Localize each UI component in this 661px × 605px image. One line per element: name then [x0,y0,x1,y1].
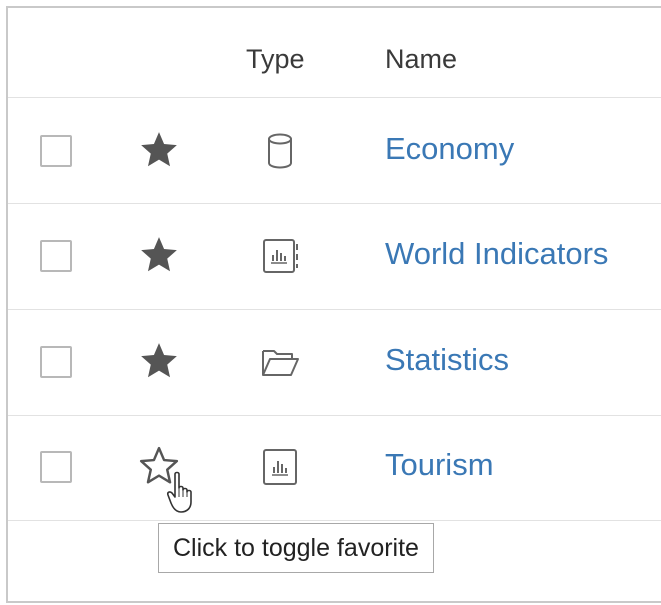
item-name-link[interactable]: World Indicators [385,236,608,272]
favorite-star-filled-icon[interactable] [138,234,180,276]
folder-open-icon [262,350,299,376]
favorite-star-filled-icon[interactable] [138,129,180,171]
name-column-header[interactable]: Name [385,44,457,75]
table-header: Type Name [8,8,661,98]
hand-pointer-cursor-icon [167,471,192,513]
item-name-link[interactable]: Economy [385,131,514,167]
view-chart-icon [263,449,297,485]
data-source-cylinder-icon [268,133,292,169]
row-checkbox[interactable] [40,240,72,272]
table-row: Economy [8,98,661,204]
table-row: World Indicators [8,204,661,310]
item-name-link[interactable]: Statistics [385,342,509,378]
favorite-star-filled-icon[interactable] [138,340,180,382]
row-checkbox[interactable] [40,346,72,378]
item-name-link[interactable]: Tourism [385,447,494,483]
table-row: Tourism [8,415,661,521]
type-column-header[interactable]: Type [246,44,305,75]
favorite-tooltip: Click to toggle favorite [158,523,434,573]
table-row: Statistics [8,310,661,416]
row-checkbox[interactable] [40,135,72,167]
row-checkbox[interactable] [40,451,72,483]
workbook-icon [263,239,298,273]
